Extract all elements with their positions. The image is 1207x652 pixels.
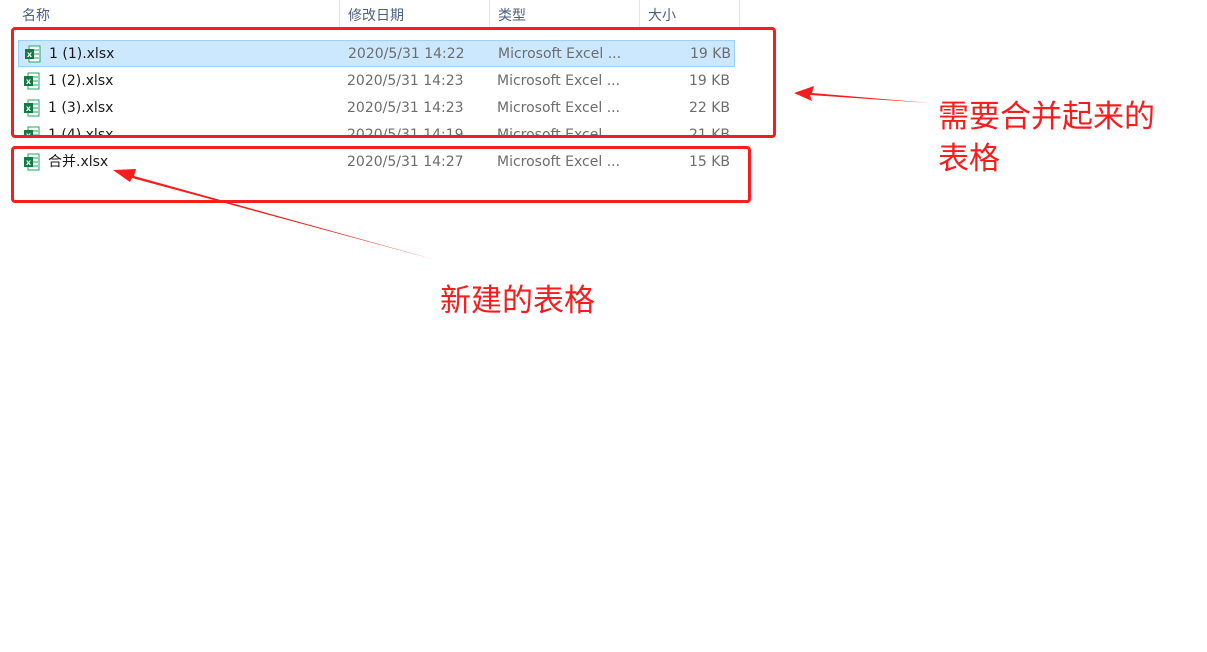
arrow-to-merge-files xyxy=(794,86,930,103)
merge-note-line1: 需要合并起来的 xyxy=(938,99,1155,135)
new-file-note: 新建的表格 xyxy=(440,283,595,319)
merge-note-line2: 表格 xyxy=(938,141,1000,177)
arrow-to-new-file xyxy=(113,169,436,260)
